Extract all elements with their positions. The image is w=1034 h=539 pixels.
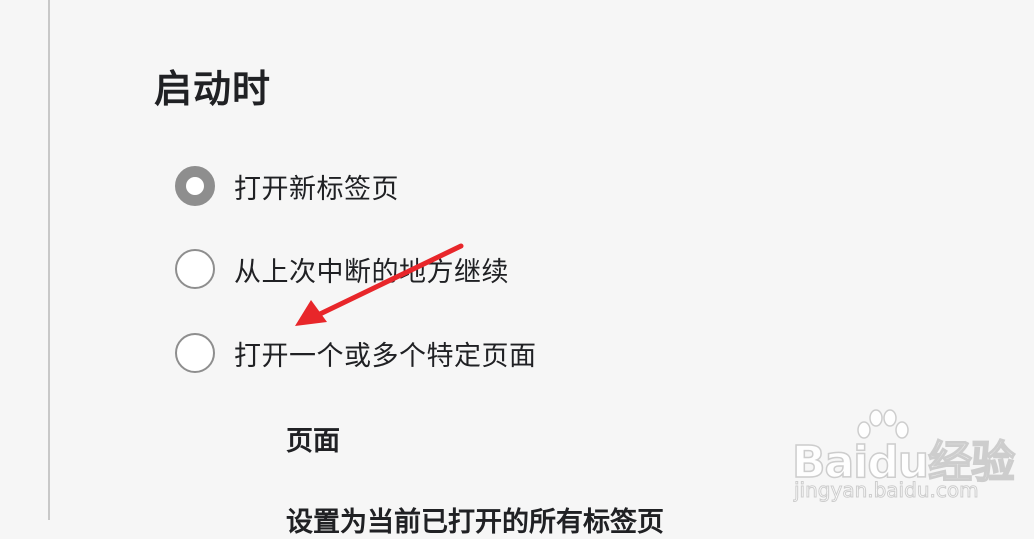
arrow-shaft bbox=[317, 243, 464, 317]
baidu-watermark: Baidu经验 jingyan.baidu.com bbox=[790, 408, 1016, 508]
watermark-url: jingyan.baidu.com bbox=[794, 478, 980, 503]
